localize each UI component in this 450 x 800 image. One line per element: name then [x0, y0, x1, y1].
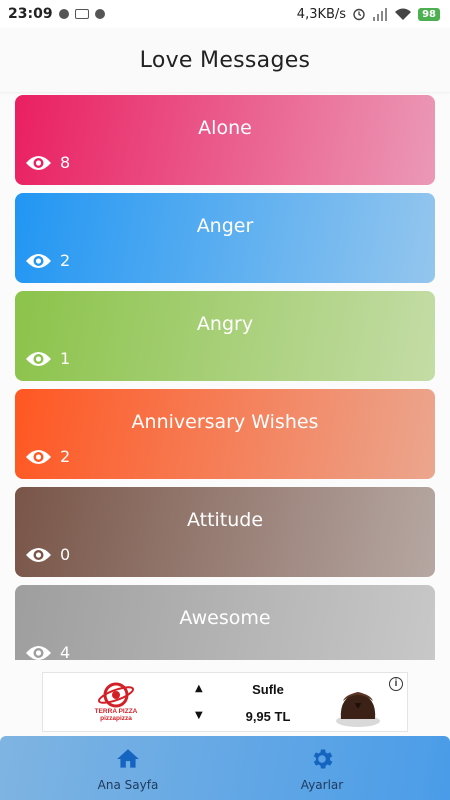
page-title: Love Messages	[139, 47, 311, 73]
status-bar: 23:09 4,3KB/s 98	[0, 0, 450, 28]
category-card-awesome[interactable]: Awesome 4	[15, 585, 435, 660]
category-title: Attitude	[186, 509, 264, 531]
view-count: 2	[25, 251, 70, 270]
eye-icon	[26, 449, 51, 464]
ad-brand-name: TERRA PIZZA	[94, 708, 138, 715]
alarm-icon	[353, 8, 365, 21]
view-count-value: 1	[60, 349, 71, 368]
gear-icon	[313, 749, 333, 769]
category-list[interactable]: Alone 8 Anger 2 Angry 1 Anniversary Wish…	[0, 92, 450, 660]
battery-indicator: 98	[418, 7, 440, 21]
eye-icon	[26, 253, 51, 268]
notification-icon	[58, 9, 69, 19]
eye-icon	[26, 645, 51, 660]
category-card-angry[interactable]: Angry 1	[15, 291, 435, 381]
view-count: 2	[25, 447, 70, 466]
eye-icon	[26, 351, 51, 366]
view-count-value: 0	[60, 545, 71, 564]
view-count-value: 4	[60, 643, 71, 660]
category-title: Alone	[198, 117, 252, 139]
souffle-image	[336, 692, 380, 727]
info-icon[interactable]: i	[389, 677, 403, 691]
home-icon	[117, 749, 139, 768]
category-card-attitude[interactable]: Attitude 0	[15, 487, 435, 577]
category-title: Anniversary Wishes	[131, 411, 319, 433]
view-count-value: 8	[60, 153, 71, 172]
nav-home-label: Ana Sayfa	[97, 778, 159, 792]
signal-icon	[373, 7, 388, 21]
eye-icon	[26, 547, 51, 562]
category-title: Anger	[196, 215, 254, 237]
category-title: Awesome	[179, 607, 271, 629]
ad-brand: TERRA PIZZA pizzapizza	[85, 708, 147, 722]
view-count: 8	[25, 153, 70, 172]
nav-settings-label: Ayarlar	[300, 778, 344, 792]
nav-settings[interactable]: Ayarlar	[262, 742, 382, 796]
view-count: 4	[25, 643, 70, 660]
wifi-icon	[395, 8, 412, 20]
network-speed: 4,3KB/s	[296, 6, 347, 22]
ad-product-price: 9,95 TL	[245, 709, 291, 724]
status-bar-right: 4,3KB/s 98	[297, 7, 440, 22]
nav-home[interactable]: Ana Sayfa	[68, 742, 188, 796]
category-title: Angry	[196, 313, 254, 335]
category-card-anger[interactable]: Anger 2	[15, 193, 435, 283]
status-bar-left: 23:09	[8, 6, 105, 22]
ad-banner[interactable]: TERRA PIZZA pizzapizza ▲ ▼ Sufle 9,95 TL…	[42, 672, 408, 732]
view-count-value: 2	[60, 251, 71, 270]
eye-icon	[26, 155, 51, 170]
bottom-navigation: Ana Sayfa Ayarlar	[0, 736, 450, 800]
status-time: 23:09	[8, 6, 53, 22]
ad-down-arrow-icon[interactable]: ▼	[195, 710, 203, 721]
view-count: 0	[25, 545, 70, 564]
notification-icon-2	[94, 9, 105, 19]
screen-icon	[74, 9, 89, 19]
ad-product-name: Sufle	[252, 682, 284, 697]
view-count: 1	[25, 349, 70, 368]
ad-up-arrow-icon[interactable]: ▲	[195, 683, 203, 694]
category-card-anniversary-wishes[interactable]: Anniversary Wishes 2	[15, 389, 435, 479]
app-header: Love Messages	[0, 28, 450, 92]
category-card-alone[interactable]: Alone 8	[15, 95, 435, 185]
view-count-value: 2	[60, 447, 71, 466]
ad-brand-sub: pizzapizza	[100, 715, 132, 722]
